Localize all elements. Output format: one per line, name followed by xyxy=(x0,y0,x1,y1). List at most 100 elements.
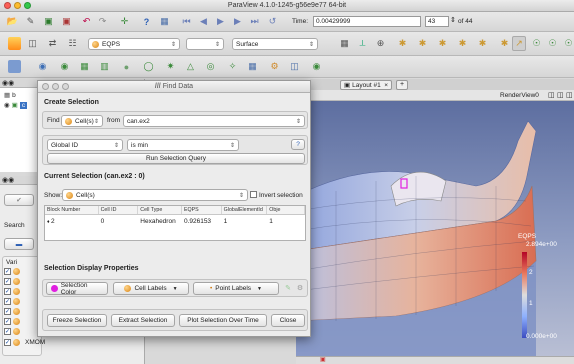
apply-button[interactable]: ✔ xyxy=(4,194,34,206)
column-header[interactable]: GlobalElementId xyxy=(222,206,268,214)
plot-selection-over-time-button[interactable]: Plot Selection Over Time xyxy=(179,314,267,327)
stream-tracer-icon[interactable]: ✷ xyxy=(164,60,177,73)
delete-button[interactable]: ▬ xyxy=(4,238,34,250)
interact-icon[interactable]: ↗ xyxy=(512,36,526,51)
toggle-grid-icon[interactable]: ▦ xyxy=(338,37,351,50)
panel-close-icon[interactable]: ◉◉ xyxy=(2,79,14,87)
warp-icon[interactable]: △ xyxy=(184,60,197,73)
point-labels-button[interactable]: • Point Labels ▼ xyxy=(193,282,279,295)
show-type-combo[interactable]: Cell(s) ⇕ xyxy=(62,189,248,201)
cell-labels-button[interactable]: Cell Labels ▼ xyxy=(113,282,189,295)
var-checkbox[interactable]: ✓ xyxy=(4,328,11,335)
split-horizontal-icon[interactable]: ◫ xyxy=(548,91,555,99)
last-frame-icon[interactable]: ⏭ xyxy=(248,15,261,28)
scalar-bar[interactable] xyxy=(522,252,527,338)
contour-icon[interactable]: ◉ xyxy=(36,60,49,73)
variable-combo[interactable]: EQPS ⇕ xyxy=(88,38,180,50)
attribute-combo[interactable]: Global ID ⇕ xyxy=(47,139,123,151)
gradient-icon[interactable]: ⚙ xyxy=(268,60,281,73)
column-header[interactable]: Cell Type xyxy=(138,206,182,214)
help-icon[interactable]: ? xyxy=(140,15,153,28)
var-checkbox[interactable]: ✓ xyxy=(4,298,11,305)
label-settings-icon[interactable]: ⚙ xyxy=(295,282,305,294)
select-cells-icon[interactable]: ☉ xyxy=(530,37,543,50)
split-vertical-icon[interactable]: ◫ xyxy=(557,91,564,99)
camera-neg-x-icon[interactable]: ✱ xyxy=(436,37,449,50)
redo-icon[interactable]: ↷ xyxy=(96,15,109,28)
var-row-5[interactable]: ✓ xyxy=(4,308,23,315)
camera-z-icon[interactable]: ✱ xyxy=(416,37,429,50)
frame-spinbox[interactable]: 43 xyxy=(425,16,449,27)
close-view-icon[interactable]: ◫ xyxy=(566,91,573,99)
column-header[interactable]: Block Number xyxy=(45,206,99,214)
component-combo[interactable]: ⇕ xyxy=(186,38,224,50)
var-row-7[interactable]: ✓ xyxy=(4,328,23,335)
var-checkbox[interactable]: ✓ xyxy=(4,288,11,295)
group-icon[interactable]: ◎ xyxy=(204,60,217,73)
rotate-icon[interactable]: ✱ xyxy=(498,37,511,50)
extract-level-icon[interactable]: ✧ xyxy=(226,60,239,73)
add-layout-tab-button[interactable]: + xyxy=(396,80,408,90)
pipeline-item-can[interactable]: ◉ ▣ c xyxy=(4,101,28,109)
first-frame-icon[interactable]: ⏮ xyxy=(180,15,193,28)
next-frame-icon[interactable]: ▶ xyxy=(231,15,244,28)
var-checkbox[interactable]: ✓ xyxy=(4,339,11,346)
var-checkbox[interactable]: ✓ xyxy=(4,318,11,325)
camera-y-icon[interactable]: ✱ xyxy=(396,37,409,50)
find-type-combo[interactable]: Cell(s) ⇕ xyxy=(61,115,103,127)
filter-icon[interactable]: ▦ xyxy=(158,15,171,28)
panel-close-icon[interactable]: ◉◉ xyxy=(2,176,14,184)
var-row-4[interactable]: ✓ xyxy=(4,298,23,305)
var-row-2[interactable]: ✓ xyxy=(4,278,23,285)
select-block-icon[interactable]: ☉ xyxy=(562,37,574,50)
var-checkbox[interactable]: ✓ xyxy=(4,268,11,275)
representation-combo[interactable]: Surface ⇕ xyxy=(232,38,318,50)
run-query-button[interactable]: Run Selection Query xyxy=(47,153,305,164)
tab-layout-1[interactable]: ▣ Layout #1 × xyxy=(340,80,392,90)
resize-handle-icon[interactable]: ▣ xyxy=(320,356,326,363)
loop-icon[interactable]: ↺ xyxy=(266,15,279,28)
invert-selection-checkbox[interactable] xyxy=(250,191,257,198)
rescale-icon[interactable]: ☷ xyxy=(66,37,79,50)
extract-selection-icon[interactable]: ◫ xyxy=(288,60,301,73)
plot-over-line-icon[interactable]: ▦ xyxy=(246,60,259,73)
eye-icon[interactable]: ◉ xyxy=(4,101,10,109)
selection-table[interactable]: Block Number Cell ID Cell Type EQPS Glob… xyxy=(44,205,306,241)
save-state-icon[interactable]: ✎ xyxy=(24,15,37,28)
glyph-icon[interactable]: ◯ xyxy=(142,60,155,73)
python-calculator-icon[interactable]: ◉ xyxy=(310,60,323,73)
freeze-selection-button[interactable]: Freeze Selection xyxy=(47,314,107,327)
var-row-3[interactable]: ✓ xyxy=(4,288,23,295)
pipeline-item-builtin[interactable]: ▦ b xyxy=(4,91,16,100)
var-checkbox[interactable]: ✓ xyxy=(4,278,11,285)
table-row[interactable]: ♦ 2 0 Hexahedron 0.926153 1 1 xyxy=(45,215,305,227)
column-header[interactable]: EQPS xyxy=(182,206,222,214)
var-row-6[interactable]: ✓ xyxy=(4,318,23,325)
operator-combo[interactable]: is min ⇕ xyxy=(127,139,239,151)
extract-selection-button[interactable]: Extract Selection xyxy=(111,314,175,327)
render-view-canvas[interactable]: EQPS 2.894e+00 2 1 0.000e+00 xyxy=(296,101,574,356)
axes-icon[interactable]: ⟂ xyxy=(356,37,369,50)
camera-x-icon[interactable]: ⊕ xyxy=(374,37,387,50)
calculator-icon[interactable] xyxy=(8,60,21,73)
var-row-1[interactable]: ✓ xyxy=(4,268,23,275)
close-button[interactable]: Close xyxy=(271,314,305,327)
var-checkbox[interactable]: ✓ xyxy=(4,308,11,315)
help-button[interactable]: ? xyxy=(291,139,305,150)
from-source-combo[interactable]: can.ex2 ⇕ xyxy=(123,115,305,127)
reset-range-icon[interactable]: ◫ xyxy=(26,37,39,50)
custom-range-icon[interactable]: ⇄ xyxy=(46,37,59,50)
select-points-icon[interactable]: ☉ xyxy=(546,37,559,50)
camera-neg-y-icon[interactable]: ✱ xyxy=(456,37,469,50)
close-tab-icon[interactable]: × xyxy=(384,82,388,89)
frame-spin-arrows-icon[interactable]: ⇕ xyxy=(450,16,456,24)
clip-icon[interactable]: ◉ xyxy=(58,60,71,73)
column-header[interactable]: Cell ID xyxy=(99,206,139,214)
connect-icon[interactable]: ▣ xyxy=(42,15,55,28)
selection-color-button[interactable]: Selection Color xyxy=(46,282,108,296)
time-input[interactable]: 0.00429999 xyxy=(313,16,421,27)
disconnect-icon[interactable]: ▣ xyxy=(60,15,73,28)
slice-icon[interactable]: ▦ xyxy=(78,60,91,73)
camera-neg-z-icon[interactable]: ✱ xyxy=(476,37,489,50)
prev-frame-icon[interactable]: ◀ xyxy=(197,15,210,28)
